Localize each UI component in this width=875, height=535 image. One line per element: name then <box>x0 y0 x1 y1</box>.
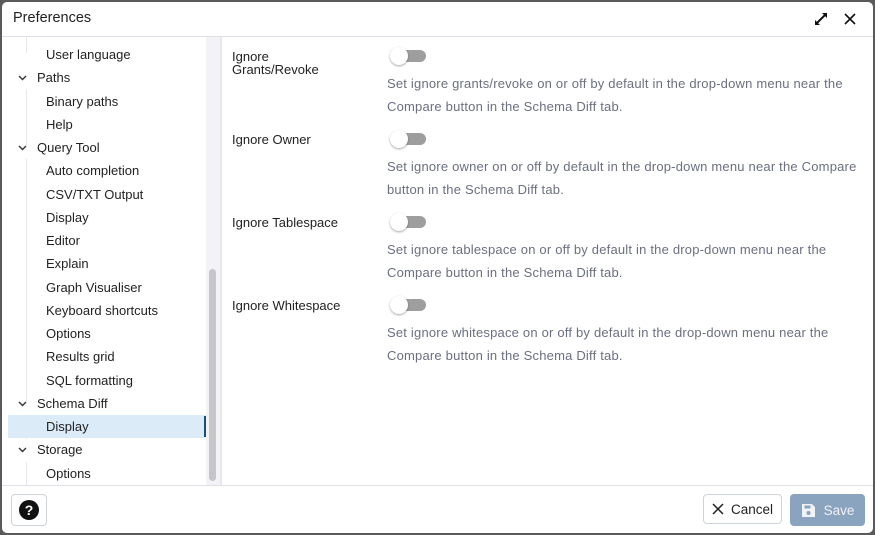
tree-item-label: Query Tool <box>37 136 100 159</box>
option-description: Set ignore whitespace on or off by defau… <box>387 321 872 367</box>
tree-item-label: Help <box>46 113 73 136</box>
svg-text:?: ? <box>25 502 34 518</box>
help-button[interactable]: ? <box>11 494 47 526</box>
tree-item-label: Display <box>46 415 89 438</box>
toggle-ignore-owner[interactable] <box>390 129 428 149</box>
preferences-dialog: Preferences User languagePathsBinary pat… <box>2 2 873 533</box>
tree-item-graph-visualiser[interactable]: Graph Visualiser <box>8 276 207 299</box>
tree-item-label: Graph Visualiser <box>46 276 142 299</box>
option-description: Set ignore owner on or off by default in… <box>387 155 872 201</box>
option-description: Set ignore tablespace on or off by defau… <box>387 238 872 284</box>
tree-item-auto-completion[interactable]: Auto completion <box>8 159 207 182</box>
tree-item-label: Auto completion <box>46 159 139 182</box>
tree-item-help[interactable]: Help <box>8 113 207 136</box>
tree-item-label: Paths <box>37 66 70 89</box>
tree-item-results-grid[interactable]: Results grid <box>8 345 207 368</box>
option-label-ignore-tablespace: Ignore Tablespace <box>232 216 338 229</box>
cancel-label: Cancel <box>731 502 773 517</box>
toggle-ignore-grants-revoke[interactable] <box>390 46 428 66</box>
preferences-tree: User languagePathsBinary pathsHelpQuery … <box>2 37 220 485</box>
dialog-footer: ? Cancel Save <box>2 485 873 533</box>
tree-item-label: Results grid <box>46 345 115 368</box>
tree-item-binary-paths[interactable]: Binary paths <box>8 90 207 113</box>
tree-scrollbar-thumb[interactable] <box>209 269 216 481</box>
tree-item-label: Options <box>46 462 91 485</box>
tree-item-csv-txt-output[interactable]: CSV/TXT Output <box>8 183 207 206</box>
tree-item-label: Editor <box>46 229 80 252</box>
tree-item-label: Binary paths <box>46 90 118 113</box>
tree-item-label: SQL formatting <box>46 369 133 392</box>
tree-item-label: Display <box>46 206 89 229</box>
tree-item-paths[interactable]: Paths <box>8 66 207 89</box>
option-label-ignore-grants-revoke: Ignore Grants/Revoke <box>232 50 342 76</box>
tree-item-display[interactable]: Display <box>8 206 207 229</box>
option-label-ignore-whitespace: Ignore Whitespace <box>232 299 340 312</box>
option-label-ignore-owner: Ignore Owner <box>232 133 311 146</box>
maximize-button[interactable] <box>812 10 830 28</box>
expand-arrows-icon <box>813 11 829 27</box>
tree-item-explain[interactable]: Explain <box>8 252 207 275</box>
tree-item-user-language[interactable]: User language <box>8 43 207 66</box>
tree-item-label: Options <box>46 322 91 345</box>
cancel-button[interactable]: Cancel <box>703 494 782 524</box>
question-circle-icon: ? <box>18 499 40 521</box>
dialog-title: Preferences <box>13 10 91 26</box>
tree-item-sql-formatting[interactable]: SQL formatting <box>8 369 207 392</box>
tree-item-label: CSV/TXT Output <box>46 183 143 206</box>
tree-item-query-tool[interactable]: Query Tool <box>8 136 207 159</box>
save-icon <box>801 503 816 518</box>
tree-item-label: Explain <box>46 252 89 275</box>
toggle-ignore-tablespace[interactable] <box>390 212 428 232</box>
tree-item-label: Schema Diff <box>37 392 108 415</box>
tree-item-editor[interactable]: Editor <box>8 229 207 252</box>
toggle-ignore-whitespace[interactable] <box>390 295 428 315</box>
tree-item-label: Storage <box>37 438 83 461</box>
tree-item-storage[interactable]: Storage <box>8 438 207 461</box>
tree-item-keyboard-shortcuts[interactable]: Keyboard shortcuts <box>8 299 207 322</box>
close-icon <box>712 503 724 515</box>
schema-diff-display-options: Ignore Grants/Revoke Set ignore grants/r… <box>222 37 873 485</box>
save-label: Save <box>824 503 855 518</box>
option-description: Set ignore grants/revoke on or off by de… <box>387 72 872 118</box>
tree-item-options[interactable]: Options <box>8 322 207 345</box>
dialog-header: Preferences <box>2 2 873 37</box>
tree-item-display[interactable]: Display <box>8 415 207 438</box>
tree-item-label: User language <box>46 43 131 66</box>
close-button[interactable] <box>841 10 859 28</box>
tree-item-options[interactable]: Options <box>8 462 207 485</box>
save-button[interactable]: Save <box>790 494 865 526</box>
tree-item-label: Keyboard shortcuts <box>46 299 158 322</box>
close-icon <box>843 12 857 26</box>
tree-item-schema-diff[interactable]: Schema Diff <box>8 392 207 415</box>
